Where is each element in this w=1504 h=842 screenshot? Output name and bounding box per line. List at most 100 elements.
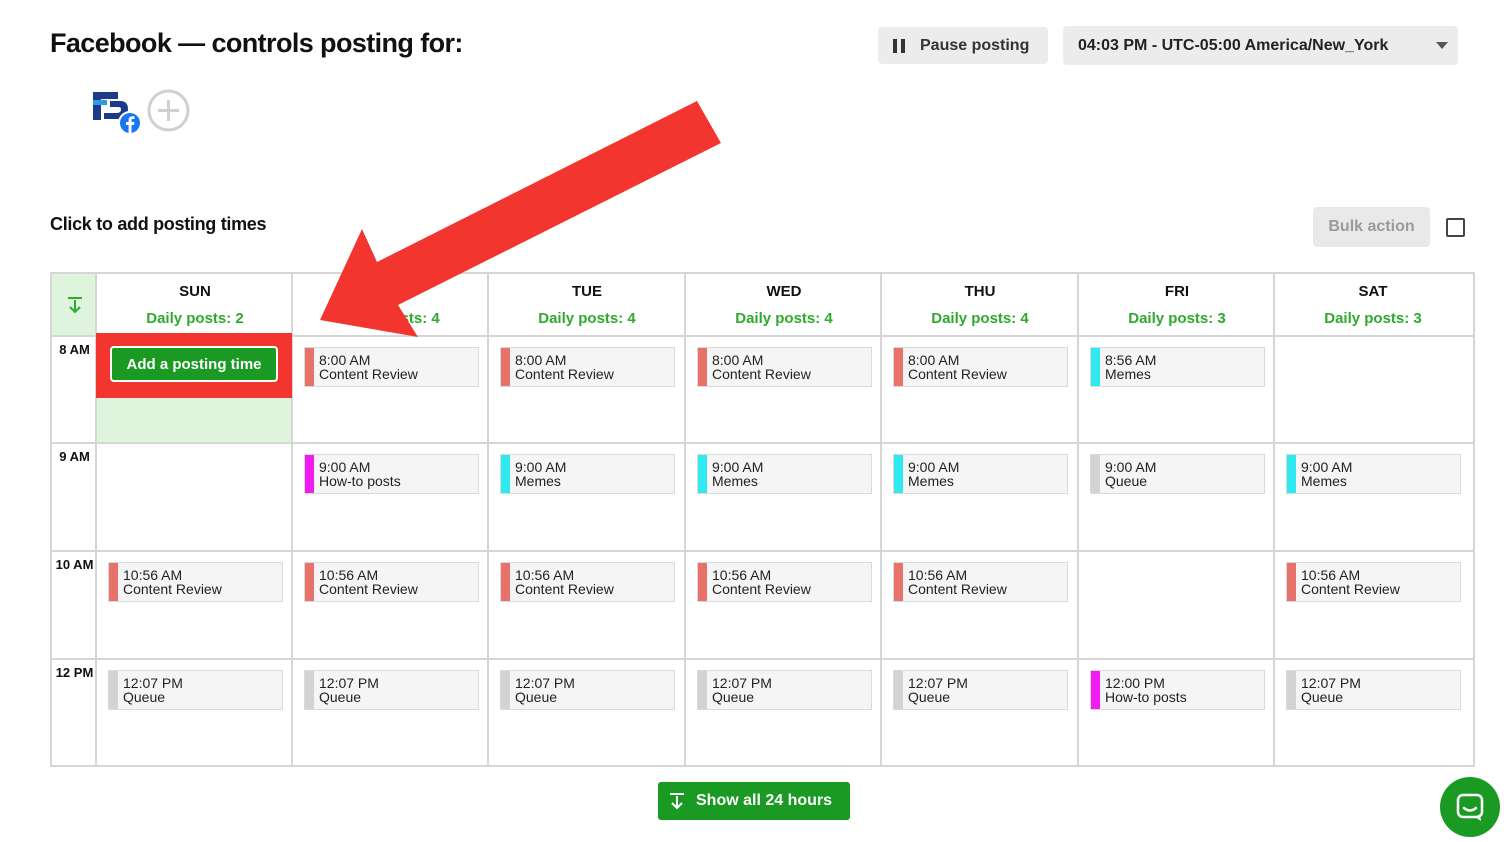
category-color-bar (698, 671, 707, 709)
posting-time-slot[interactable]: 8:00 AM Content Review (893, 347, 1068, 387)
show-all-hours-button[interactable]: Show all 24 hours (658, 782, 850, 820)
collapse-hours-button[interactable] (52, 274, 97, 336)
slot-category: Memes (712, 473, 758, 489)
category-color-bar (1091, 455, 1100, 493)
hour-label: 10 AM (55, 557, 94, 572)
slot-category: Memes (908, 473, 954, 489)
slot-time: 8:00 AM (712, 352, 764, 368)
daily-posts-count: Daily posts: 3 (1128, 310, 1226, 327)
select-all-checkbox[interactable] (1446, 218, 1465, 237)
posting-time-slot[interactable]: 9:00 AM Memes (1286, 454, 1461, 494)
slot-time: 8:00 AM (319, 352, 371, 368)
posting-time-slot[interactable]: 12:07 PM Queue (304, 670, 479, 710)
day-header-mon: MON Daily posts: 4 (293, 274, 489, 336)
slot-time: 9:00 AM (515, 459, 567, 475)
slot-category: Queue (1105, 473, 1148, 489)
day-header-sun: SUN Daily posts: 2 (97, 274, 293, 336)
add-account-button[interactable] (147, 89, 190, 132)
posting-time-slot[interactable]: 10:56 AM Content Review (697, 562, 872, 602)
slot-time: 12:07 PM (123, 675, 183, 691)
category-color-bar (501, 455, 510, 493)
posting-time-slot[interactable]: 12:00 PM How-to posts (1090, 670, 1265, 710)
slot-category: Content Review (319, 581, 418, 597)
slot-category: Memes (515, 473, 561, 489)
timezone-select[interactable]: 04:03 PM - UTC-05:00 America/New_York (1063, 26, 1458, 65)
category-color-bar (1287, 455, 1296, 493)
category-color-bar (698, 455, 707, 493)
slot-category: Memes (1105, 366, 1151, 382)
daily-posts-count: Daily posts: 4 (538, 310, 636, 327)
category-color-bar (894, 455, 903, 493)
posting-time-slot[interactable]: 9:00 AM Queue (1090, 454, 1265, 494)
category-color-bar (501, 671, 510, 709)
grid-divider (880, 274, 882, 765)
posting-time-slot[interactable]: 12:07 PM Queue (108, 670, 283, 710)
slot-category: How-to posts (1105, 689, 1187, 705)
day-name: FRI (1164, 283, 1190, 300)
arrow-down-to-line-icon (67, 297, 82, 314)
category-color-bar (501, 563, 510, 601)
slot-category: Content Review (908, 366, 1007, 382)
slot-time: 9:00 AM (319, 459, 371, 475)
slot-time: 10:56 AM (1301, 567, 1361, 583)
category-color-bar (109, 563, 118, 601)
chat-icon (1456, 793, 1484, 821)
posting-time-slot[interactable]: 10:56 AM Content Review (108, 562, 283, 602)
posting-time-slot[interactable]: 9:00 AM Memes (500, 454, 675, 494)
posting-time-slot[interactable]: 8:00 AM Content Review (697, 347, 872, 387)
day-name: THU (964, 283, 996, 300)
day-name: TUE (572, 283, 602, 300)
slot-time: 12:07 PM (712, 675, 772, 691)
grid-divider (52, 550, 1473, 552)
posting-time-slot[interactable]: 12:07 PM Queue (893, 670, 1068, 710)
category-color-bar (1287, 671, 1296, 709)
category-color-bar (894, 671, 903, 709)
slot-category: Content Review (908, 581, 1007, 597)
posting-time-slot[interactable]: 9:00 AM Memes (893, 454, 1068, 494)
slot-time: 9:00 AM (1301, 459, 1353, 475)
day-name: SUN (179, 283, 211, 300)
posting-time-slot[interactable]: 8:56 AM Memes (1090, 347, 1265, 387)
posting-time-slot[interactable]: 8:00 AM Content Review (304, 347, 479, 387)
arrow-down-to-line-icon (670, 793, 684, 810)
bulk-action-button[interactable]: Bulk action (1313, 207, 1430, 247)
posting-time-slot[interactable]: 10:56 AM Content Review (304, 562, 479, 602)
category-color-bar (1091, 671, 1100, 709)
pause-posting-button[interactable]: Pause posting (878, 27, 1048, 64)
posting-time-slot[interactable]: 12:07 PM Queue (697, 670, 872, 710)
day-name: WED (766, 283, 802, 300)
category-color-bar (1287, 563, 1296, 601)
pause-posting-label: Pause posting (920, 36, 1030, 54)
chat-button[interactable] (1440, 777, 1500, 837)
grid-divider (1273, 274, 1275, 765)
hour-label: 8 AM (59, 342, 90, 357)
posting-time-slot[interactable]: 10:56 AM Content Review (1286, 562, 1461, 602)
posting-time-slot[interactable]: 10:56 AM Content Review (500, 562, 675, 602)
posting-time-slot[interactable]: 8:00 AM Content Review (500, 347, 675, 387)
posting-time-slot[interactable]: 12:07 PM Queue (500, 670, 675, 710)
posting-time-slot[interactable]: 9:00 AM Memes (697, 454, 872, 494)
slot-category: Content Review (515, 366, 614, 382)
slot-category: Content Review (123, 581, 222, 597)
category-color-bar (109, 671, 118, 709)
category-color-bar (698, 348, 707, 386)
slot-time: 9:00 AM (1105, 459, 1157, 475)
account-avatar[interactable] (90, 86, 146, 136)
category-color-bar (894, 563, 903, 601)
brand-logo-with-facebook-badge-icon (93, 92, 142, 135)
grid-divider (52, 442, 1473, 444)
add-posting-time-button[interactable]: Add a posting time (110, 346, 278, 382)
posting-time-slot[interactable]: 12:07 PM Queue (1286, 670, 1461, 710)
daily-posts-count: Daily posts: 4 (931, 310, 1029, 327)
day-header-fri: FRI Daily posts: 3 (1079, 274, 1275, 336)
category-color-bar (305, 563, 314, 601)
show-all-hours-label: Show all 24 hours (696, 792, 833, 809)
daily-posts-count: Daily posts: 4 (735, 310, 833, 327)
posting-time-slot[interactable]: 10:56 AM Content Review (893, 562, 1068, 602)
timezone-value: 04:03 PM - UTC-05:00 America/New_York (1078, 36, 1389, 54)
page-title: Facebook — controls posting for: (50, 28, 463, 58)
slot-time: 10:56 AM (712, 567, 772, 583)
day-header-thu: THU Daily posts: 4 (882, 274, 1078, 336)
grid-divider (684, 274, 686, 765)
posting-time-slot[interactable]: 9:00 AM How-to posts (304, 454, 479, 494)
